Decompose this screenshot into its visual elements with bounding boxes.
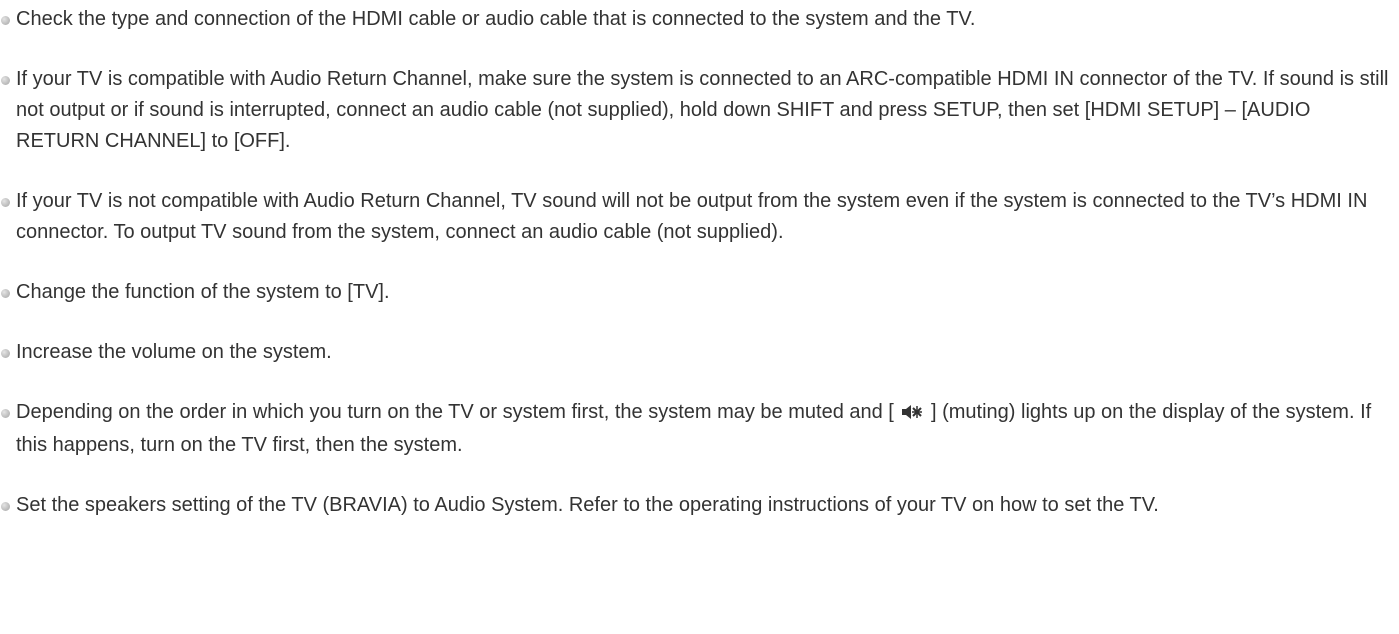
list-item-text: If your TV is not compatible with Audio … — [16, 190, 1368, 243]
list-item-text: If your TV is compatible with Audio Retu… — [16, 68, 1389, 152]
bullet-icon — [1, 502, 10, 511]
list-item: Set the speakers setting of the TV (BRAV… — [0, 490, 1399, 521]
list-item-text: Check the type and connection of the HDM… — [16, 8, 976, 30]
muting-icon — [901, 399, 923, 430]
bullet-icon — [1, 409, 10, 418]
list-item-text: Change the function of the system to [TV… — [16, 281, 390, 303]
list-item: Increase the volume on the system. — [0, 337, 1399, 368]
bullet-icon — [1, 289, 10, 298]
list-item: Change the function of the system to [TV… — [0, 277, 1399, 308]
bullet-icon — [1, 349, 10, 358]
troubleshooting-list: Check the type and connection of the HDM… — [0, 0, 1399, 521]
list-item: If your TV is not compatible with Audio … — [0, 186, 1399, 248]
list-item: If your TV is compatible with Audio Retu… — [0, 64, 1399, 157]
bullet-icon — [1, 16, 10, 25]
list-item-text: Increase the volume on the system. — [16, 341, 332, 363]
list-item: Depending on the order in which you turn… — [0, 397, 1399, 461]
list-item-text-before: Depending on the order in which you turn… — [16, 401, 894, 423]
bullet-icon — [1, 198, 10, 207]
list-item-text: Set the speakers setting of the TV (BRAV… — [16, 494, 1159, 516]
bullet-icon — [1, 76, 10, 85]
list-item: Check the type and connection of the HDM… — [0, 4, 1399, 35]
